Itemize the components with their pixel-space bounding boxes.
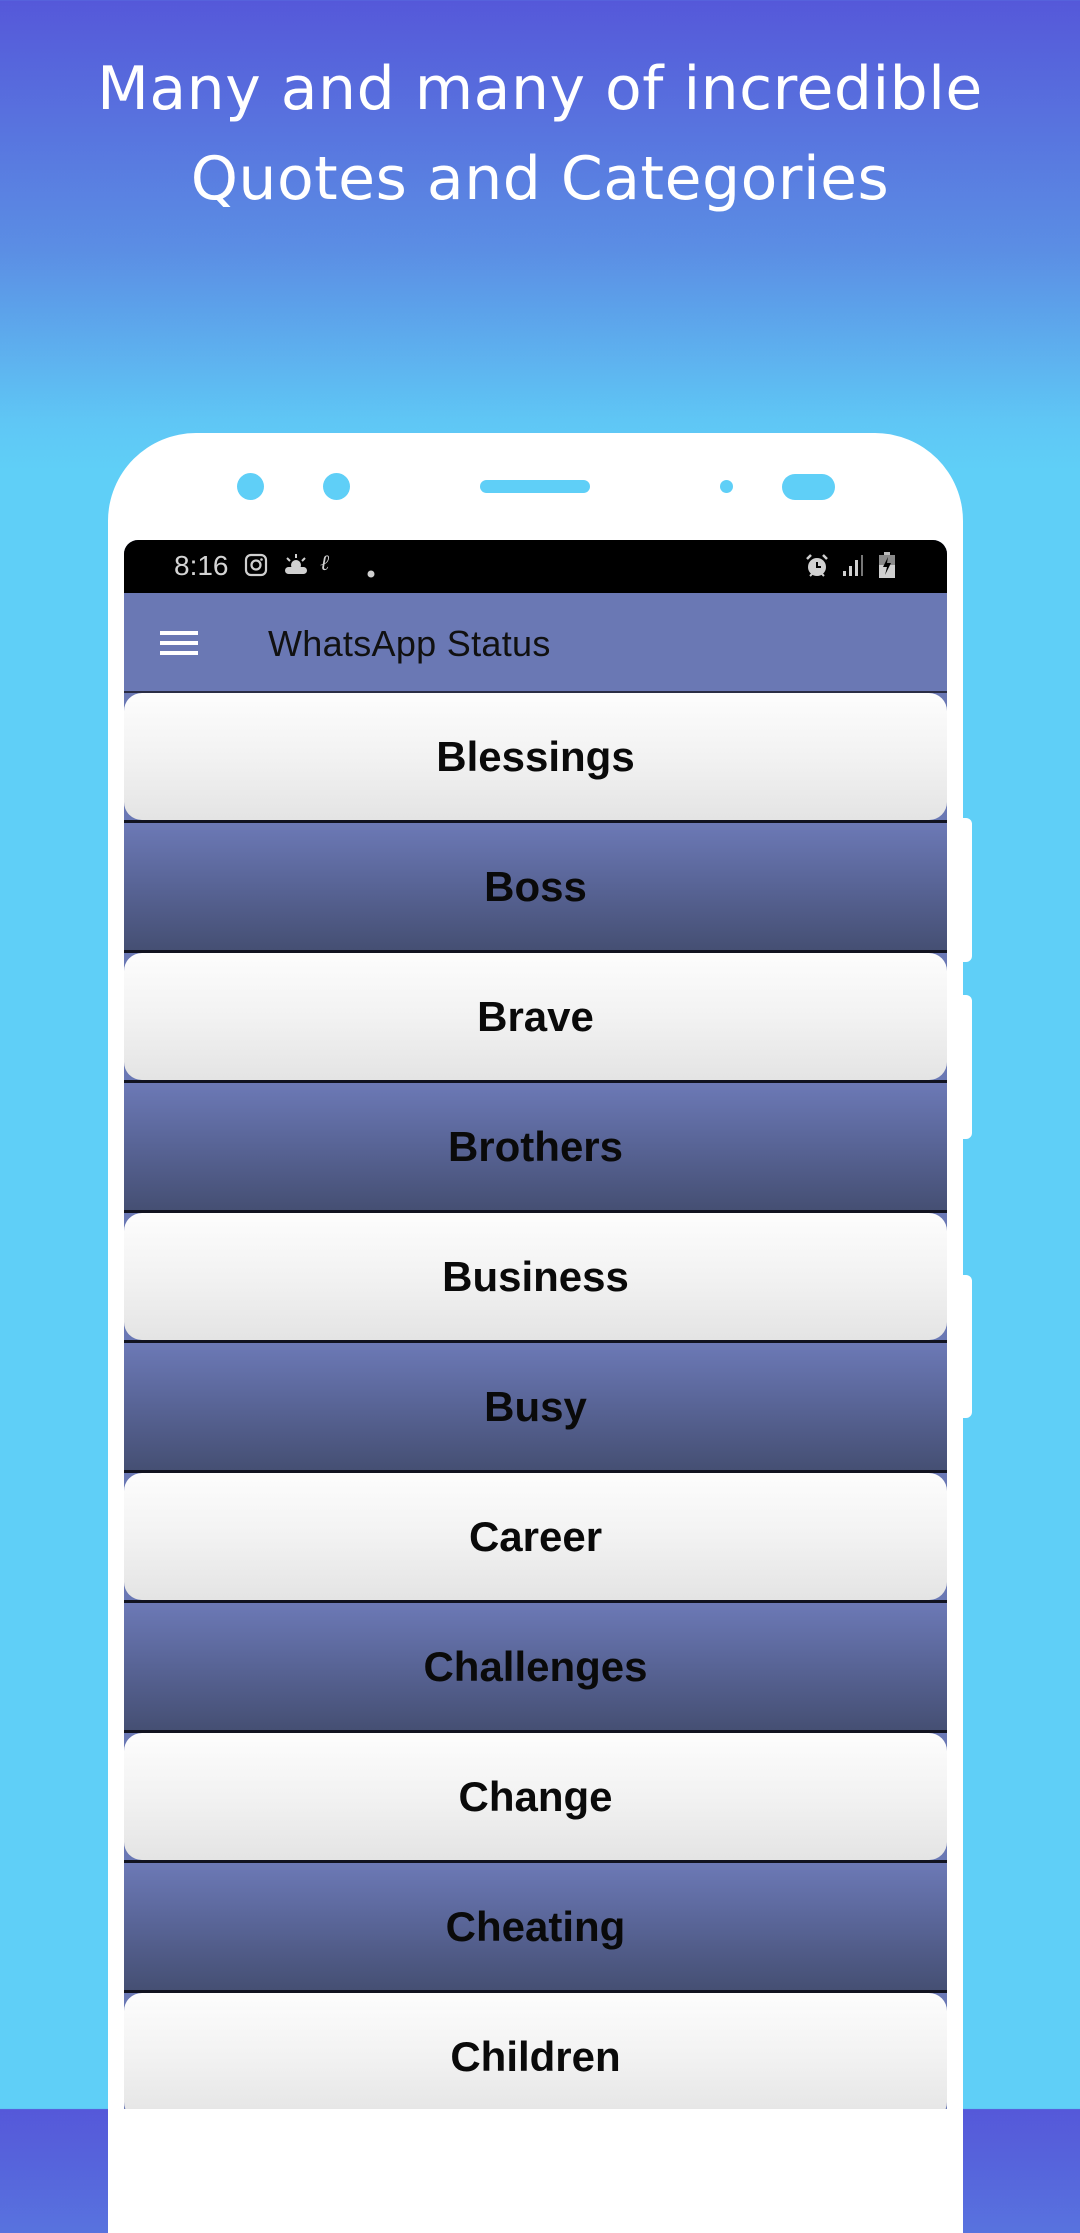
category-item-children[interactable]: Children xyxy=(124,1993,947,2109)
category-item-career[interactable]: Career xyxy=(124,1473,947,1603)
phone-side-button-1 xyxy=(960,818,972,962)
instagram-icon xyxy=(244,553,268,584)
category-item-brothers[interactable]: Brothers xyxy=(124,1083,947,1213)
category-item-label: Cheating xyxy=(445,1902,626,1950)
phone-side-button-3 xyxy=(960,1275,972,1418)
status-time: 8:16 xyxy=(174,550,229,581)
app-notification-icon: ℓ xyxy=(320,551,330,576)
category-item-blessings[interactable]: Blessings xyxy=(124,693,947,823)
status-bar: 8:16 ℓ xyxy=(124,540,947,593)
category-item-label: Busy xyxy=(484,1382,587,1430)
phone-proximity-sensor xyxy=(720,480,733,493)
category-item-label: Business xyxy=(124,1213,947,1340)
category-item-label: Brothers xyxy=(447,1122,624,1170)
promo-headline: Many and many of incredible Quotes and C… xyxy=(0,44,1080,224)
alarm-icon xyxy=(804,553,830,586)
app-bar: WhatsApp Status xyxy=(124,593,947,693)
category-item-label: Boss xyxy=(484,862,587,910)
weather-icon xyxy=(282,553,310,584)
category-item-brave[interactable]: Brave xyxy=(124,953,947,1083)
category-item-boss[interactable]: Boss xyxy=(124,823,947,953)
category-item-business[interactable]: Business xyxy=(124,1213,947,1343)
battery-charging-icon xyxy=(878,551,896,586)
phone-screen: 8:16 ℓ WhatsApp Status Blessings Boss Brav… xyxy=(124,540,947,2109)
category-item-label: Children xyxy=(124,1993,947,2109)
phone-front-sensor-1 xyxy=(237,473,264,500)
category-list: Blessings Boss Brave Brothers Business Busy Ca… xyxy=(124,693,947,2109)
phone-front-sensor-2 xyxy=(323,473,350,500)
more-notifications-dot xyxy=(366,558,376,586)
promo-headline-line1: Many and many of incredible xyxy=(97,54,983,124)
category-item-label: Change xyxy=(124,1733,947,1860)
phone-front-camera xyxy=(782,474,835,500)
phone-side-button-2 xyxy=(960,995,972,1139)
signal-icon xyxy=(842,553,864,584)
category-item-change[interactable]: Change xyxy=(124,1733,947,1863)
category-item-challenges[interactable]: Challenges xyxy=(124,1603,947,1733)
category-item-cheating[interactable]: Cheating xyxy=(124,1863,947,1993)
category-item-label: Blessings xyxy=(124,693,947,820)
category-item-label: Career xyxy=(124,1473,947,1600)
category-item-label: Brave xyxy=(124,953,947,1080)
promo-headline-line2: Quotes and Categories xyxy=(190,144,890,214)
app-title: WhatsApp Status xyxy=(268,623,551,664)
category-item-busy[interactable]: Busy xyxy=(124,1343,947,1473)
hamburger-menu-icon[interactable] xyxy=(160,631,200,657)
phone-speaker-grille xyxy=(480,480,590,493)
category-item-label: Challenges xyxy=(423,1642,648,1690)
